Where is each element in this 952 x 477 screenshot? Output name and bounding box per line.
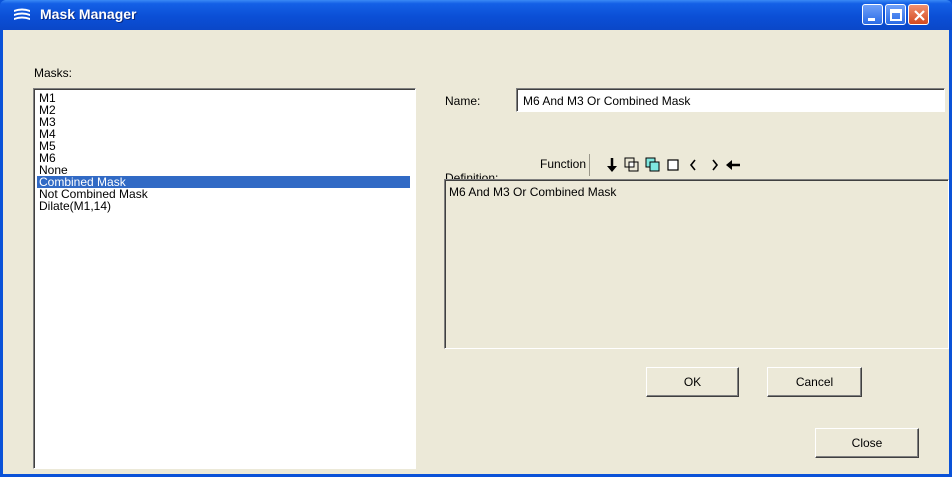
intersect-button[interactable]	[622, 155, 642, 175]
maximize-icon	[890, 9, 902, 21]
backspace-button[interactable]	[723, 155, 743, 175]
left-paren-icon	[689, 159, 696, 171]
dialog-client-area: Masks: M1 M2 M3 M4 M5 M6 None Combined M…	[3, 30, 949, 474]
window-title: Mask Manager	[40, 6, 137, 22]
minimize-button[interactable]	[862, 4, 883, 25]
right-paren-icon	[712, 159, 719, 171]
list-item[interactable]: M3	[37, 116, 410, 128]
ok-button[interactable]: OK	[646, 367, 739, 397]
name-label: Name:	[445, 94, 481, 108]
minimize-icon	[868, 18, 875, 21]
list-item[interactable]: M5	[37, 140, 410, 152]
down-arrow-button[interactable]	[602, 155, 622, 175]
list-item[interactable]: M4	[37, 128, 410, 140]
name-input[interactable]: M6 And M3 Or Combined Mask	[516, 88, 945, 112]
ok-button-label: OK	[683, 375, 702, 389]
list-item[interactable]: Dilate(M1,14)	[37, 200, 410, 212]
down-arrow-icon	[607, 158, 617, 172]
square-icon	[667, 159, 679, 171]
square-button[interactable]	[663, 155, 683, 175]
maximize-button[interactable]	[885, 4, 906, 25]
close-button-label: Close	[851, 436, 883, 450]
close-icon	[914, 10, 925, 21]
function-button[interactable]: Function	[537, 154, 591, 176]
list-item[interactable]: M1	[37, 92, 410, 104]
app-icon	[13, 7, 31, 23]
name-input-value: M6 And M3 Or Combined Mask	[523, 94, 691, 108]
intersect-icon	[624, 157, 639, 172]
union-icon	[645, 157, 660, 172]
masks-label: Masks:	[34, 66, 73, 80]
left-paren-button[interactable]	[683, 155, 703, 175]
right-paren-button[interactable]	[705, 155, 725, 175]
masks-listbox[interactable]: M1 M2 M3 M4 M5 M6 None Combined Mask Not…	[33, 88, 416, 469]
cancel-button-label: Cancel	[795, 375, 834, 389]
close-window-button[interactable]	[908, 4, 929, 25]
union-button[interactable]	[643, 155, 663, 175]
close-button[interactable]: Close	[815, 428, 919, 458]
definition-text: M6 And M3 Or Combined Mask	[449, 185, 617, 199]
cancel-button[interactable]: Cancel	[767, 367, 862, 397]
definition-textarea[interactable]: M6 And M3 Or Combined Mask	[444, 179, 949, 349]
title-bar[interactable]: Mask Manager	[0, 0, 952, 30]
mask-manager-window: Mask Manager Masks: M1 M2 M3 M4 M5 M6 No…	[0, 0, 952, 477]
list-item[interactable]: M2	[37, 104, 410, 116]
list-item[interactable]: M6	[37, 152, 410, 164]
backspace-arrow-icon	[726, 160, 740, 170]
